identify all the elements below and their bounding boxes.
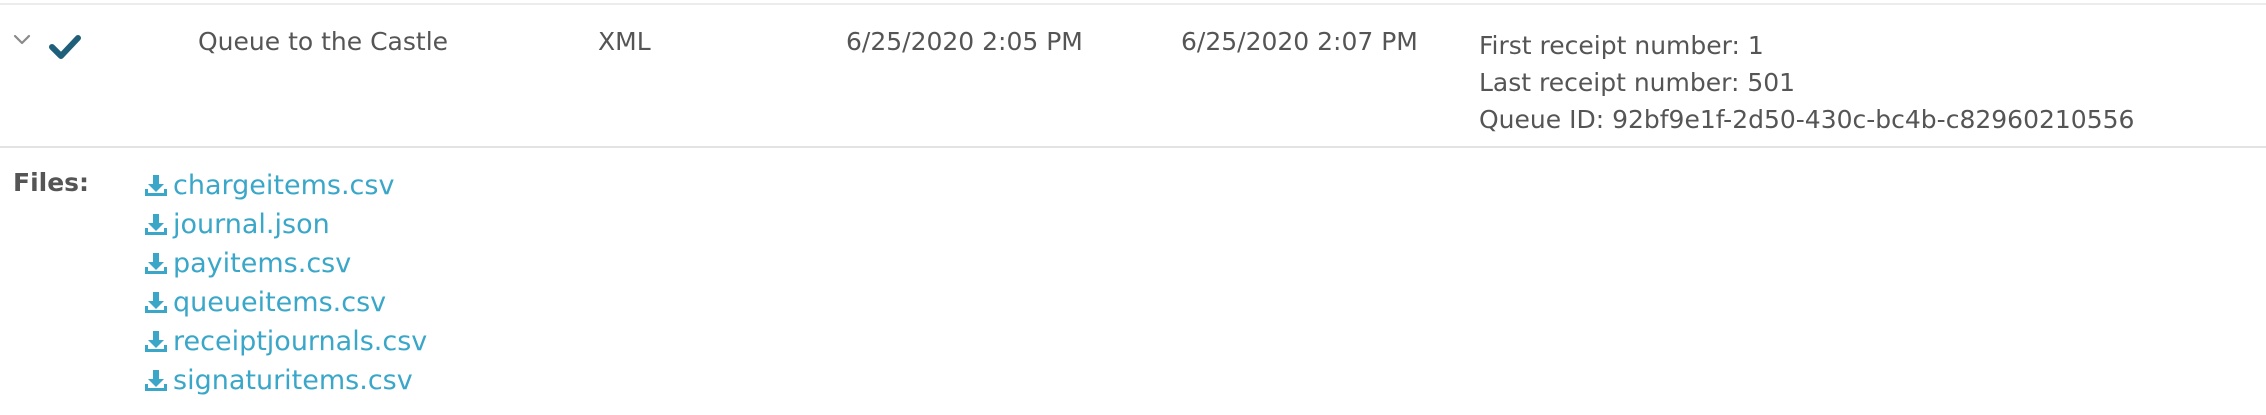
chevron-down-icon[interactable] [12,31,32,45]
files-label: Files: [13,168,90,197]
start-time: 6/25/2020 2:05 PM [846,27,1083,56]
download-icon [145,252,167,274]
download-icon [145,213,167,235]
row-divider [0,146,2266,148]
end-time: 6/25/2020 2:07 PM [1181,27,1418,56]
files-list: chargeitems.csv journal.json payitems.cs… [143,166,427,400]
file-download-link[interactable]: signaturitems.csv [143,361,427,400]
file-download-link[interactable]: chargeitems.csv [143,166,427,205]
file-download-link[interactable]: payitems.csv [143,244,427,283]
queue-name: Queue to the Castle [198,27,449,56]
file-name[interactable]: queueitems.csv [173,287,386,318]
file-name[interactable]: journal.json [173,209,330,240]
table-row[interactable]: Queue to the Castle XML 6/25/2020 2:05 P… [0,5,2266,146]
export-format: XML [598,27,651,56]
file-name[interactable]: payitems.csv [173,248,351,279]
file-name[interactable]: receiptjournals.csv [173,326,427,357]
download-icon [145,330,167,352]
last-receipt-number: Last receipt number: 501 [1479,68,1796,97]
download-icon [145,291,167,313]
file-name[interactable]: signaturitems.csv [173,365,413,396]
queue-id: Queue ID: 92bf9e1f-2d50-430c-bc4b-c82960… [1479,105,2135,134]
first-receipt-number: First receipt number: 1 [1479,31,1764,60]
file-download-link[interactable]: journal.json [143,205,427,244]
check-icon [49,33,81,61]
download-icon [145,174,167,196]
file-download-link[interactable]: queueitems.csv [143,283,427,322]
file-name[interactable]: chargeitems.csv [173,170,394,201]
row-details: First receipt number: 1 Last receipt num… [1479,27,2134,138]
file-download-link[interactable]: receiptjournals.csv [143,322,427,361]
download-icon [145,369,167,391]
